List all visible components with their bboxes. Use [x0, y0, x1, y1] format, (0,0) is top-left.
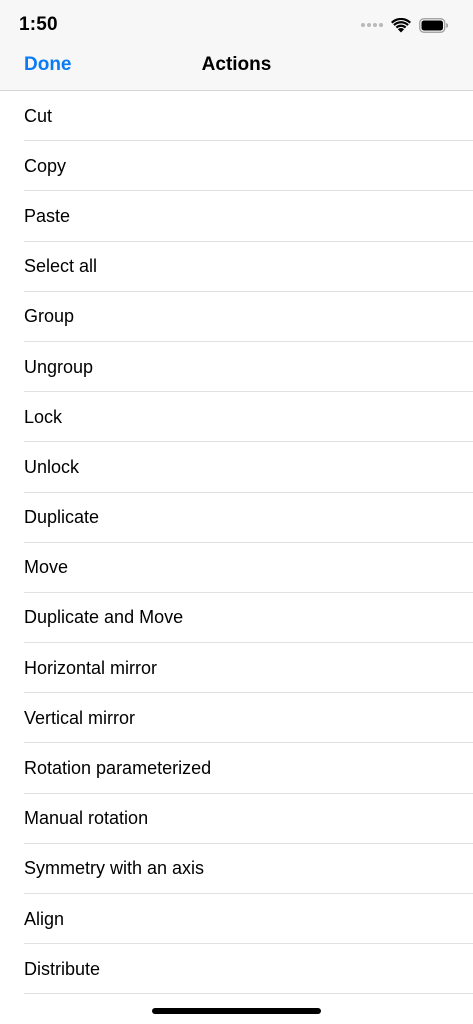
action-item-group[interactable]: Group — [0, 292, 473, 343]
action-item-vertical-mirror[interactable]: Vertical mirror — [0, 693, 473, 744]
action-label: Move — [24, 557, 69, 578]
actions-screen: 1:50 Done Actions Cut Copy Paste Select all… — [0, 0, 473, 1024]
action-item-distribute[interactable]: Distribute — [0, 944, 473, 995]
page-title: Actions — [201, 54, 272, 75]
action-label: Unlock — [24, 456, 80, 477]
action-label: Duplicate — [24, 507, 100, 528]
home-indicator[interactable] — [152, 1008, 321, 1014]
action-label: Duplicate and Move — [24, 607, 184, 628]
action-label: Copy — [24, 155, 67, 176]
action-item-ungroup[interactable]: Ungroup — [0, 342, 473, 393]
action-label: Vertical mirror — [24, 707, 136, 728]
action-item-symmetry-with-an-axis[interactable]: Symmetry with an axis — [0, 844, 473, 895]
action-label: Lock — [24, 406, 63, 427]
actions-list: Cut Copy Paste Select all Group Ungroup Lock Un… — [0, 91, 473, 995]
battery-icon — [419, 17, 448, 33]
status-time: 1:50 — [19, 14, 58, 35]
status-icons — [361, 16, 449, 34]
action-label: Group — [24, 306, 75, 327]
action-label: Ungroup — [24, 356, 94, 377]
action-label: Distribute — [24, 958, 101, 979]
action-label: Cut — [24, 105, 53, 126]
action-item-horizontal-mirror[interactable]: Horizontal mirror — [0, 643, 473, 694]
action-label: Align — [24, 908, 65, 929]
action-label: Manual rotation — [24, 808, 149, 829]
action-label: Horizontal mirror — [24, 657, 158, 678]
action-item-copy[interactable]: Copy — [0, 141, 473, 192]
action-item-manual-rotation[interactable]: Manual rotation — [0, 794, 473, 845]
action-item-duplicate-and-move[interactable]: Duplicate and Move — [0, 593, 473, 644]
action-item-move[interactable]: Move — [0, 543, 473, 594]
action-item-rotation-parameterized[interactable]: Rotation parameterized — [0, 743, 473, 794]
action-item-align[interactable]: Align — [0, 894, 473, 945]
action-item-paste[interactable]: Paste — [0, 191, 473, 242]
action-label: Select all — [24, 256, 98, 277]
action-label: Rotation parameterized — [24, 758, 212, 779]
status-bar: 1:50 — [0, 0, 473, 40]
action-label: Symmetry with an axis — [24, 858, 205, 879]
action-item-duplicate[interactable]: Duplicate — [0, 493, 473, 543]
action-label: Paste — [24, 205, 71, 226]
wifi-icon — [391, 17, 411, 32]
signal-dots-icon — [361, 23, 383, 27]
action-item-unlock[interactable]: Unlock — [0, 442, 473, 493]
action-item-cut[interactable]: Cut — [0, 91, 473, 142]
action-item-lock[interactable]: Lock — [0, 392, 473, 443]
action-item-select-all[interactable]: Select all — [0, 242, 473, 292]
navigation-bar: Done Actions — [0, 40, 473, 91]
